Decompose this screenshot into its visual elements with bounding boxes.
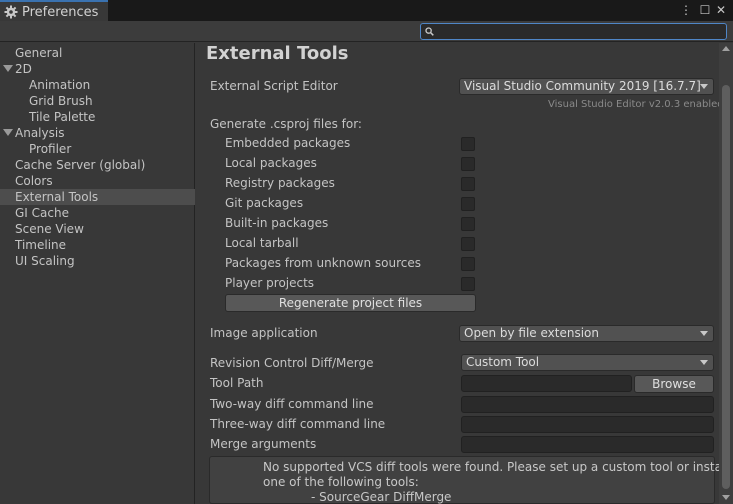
vertical-scrollbar[interactable] [719, 43, 733, 504]
help-text-line: one of the following tools: [263, 475, 419, 489]
player-projects-checkbox[interactable] [461, 277, 475, 291]
sidebar-item-general[interactable]: General [0, 45, 195, 61]
chevron-down-icon [700, 331, 708, 336]
sidebar-item-analysis[interactable]: Analysis [0, 125, 195, 141]
csproj-option-label: Git packages [225, 196, 304, 210]
expand-caret-icon[interactable] [3, 129, 13, 136]
expand-caret-icon[interactable] [3, 65, 13, 72]
sidebar-item-profiler[interactable]: Profiler [0, 141, 195, 157]
script-editor-dropdown[interactable]: Visual Studio Community 2019 [16.7.7] [459, 78, 714, 95]
sidebar-item-animation[interactable]: Animation [0, 77, 195, 93]
csproj-option-label: Local tarball [225, 236, 299, 250]
image-application-dropdown[interactable]: Open by file extension [459, 325, 714, 342]
sidebar-item-ui-scaling[interactable]: UI Scaling [0, 253, 195, 269]
chevron-down-icon [700, 84, 708, 89]
sidebar-item-label: Animation [29, 78, 91, 92]
registry-packages-checkbox[interactable] [461, 177, 475, 191]
builtin-packages-checkbox[interactable] [461, 217, 475, 231]
close-icon[interactable]: ✕ [714, 2, 728, 18]
help-text-line: - SourceGear DiffMerge [311, 490, 452, 504]
toolbar [0, 21, 733, 42]
csproj-heading: Generate .csproj files for: [210, 117, 362, 131]
merge-arguments-label: Merge arguments [210, 437, 317, 451]
csproj-option-label: Local packages [225, 156, 317, 170]
sidebar-item-label: Analysis [15, 126, 65, 140]
regenerate-project-files-button[interactable]: Regenerate project files [225, 294, 476, 312]
revision-control-label: Revision Control Diff/Merge [210, 356, 374, 370]
revision-control-value: Custom Tool [466, 355, 540, 369]
sidebar-item-label: Colors [15, 174, 53, 188]
tool-path-field[interactable] [461, 375, 632, 392]
page-title: External Tools [206, 43, 349, 64]
browse-button[interactable]: Browse [634, 375, 714, 393]
sidebar-item-colors[interactable]: Colors [0, 173, 195, 189]
csproj-option-label: Player projects [225, 276, 315, 290]
csproj-option-label: Registry packages [225, 176, 335, 190]
maximize-icon[interactable]: ☐ [698, 2, 712, 18]
sidebar-item-label: Scene View [15, 222, 84, 236]
sidebar-item-timeline[interactable]: Timeline [0, 237, 195, 253]
window-title: Preferences [22, 4, 99, 20]
three-way-diff-label: Three-way diff command line [210, 417, 386, 431]
search-box[interactable] [420, 23, 727, 40]
sidebar-item-2d[interactable]: 2D [0, 61, 195, 77]
sidebar-item-label: General [15, 46, 63, 60]
script-editor-status: Visual Studio Editor v2.0.3 enabled [548, 99, 724, 110]
sidebar-item-gi-cache[interactable]: GI Cache [0, 205, 195, 221]
local-tarball-checkbox[interactable] [461, 237, 475, 251]
sidebar-item-label: Cache Server (global) [15, 158, 146, 172]
sidebar-item-label: External Tools [15, 190, 99, 204]
git-packages-checkbox[interactable] [461, 197, 475, 211]
three-way-diff-field[interactable] [461, 416, 714, 433]
sidebar-item-tile-palette[interactable]: Tile Palette [0, 109, 195, 125]
more-options-icon[interactable]: ⋮ [680, 2, 692, 18]
sidebar-item-label: GI Cache [15, 206, 69, 220]
scrollbar-thumb[interactable] [722, 85, 730, 489]
gear-icon [4, 5, 18, 19]
help-text-line: No supported VCS diff tools were found. … [263, 460, 729, 474]
script-editor-label: External Script Editor [210, 79, 338, 93]
local-packages-checkbox[interactable] [461, 157, 475, 171]
two-way-diff-field[interactable] [461, 396, 714, 413]
merge-arguments-field[interactable] [461, 436, 714, 453]
sidebar-item-cache-server[interactable]: Cache Server (global) [0, 157, 195, 173]
csproj-option-label: Embedded packages [225, 136, 351, 150]
preferences-tab[interactable]: Preferences [0, 0, 108, 22]
image-application-value: Open by file extension [464, 326, 599, 340]
title-bar: Preferences ⋮ ☐ ✕ [0, 0, 733, 22]
sidebar-item-label: Profiler [29, 142, 72, 156]
csproj-option-label: Built-in packages [225, 216, 329, 230]
sidebar-item-scene-view[interactable]: Scene View [0, 221, 195, 237]
sidebar: General 2D Animation Grid Brush Tile Pal… [0, 43, 195, 504]
scroll-up-icon[interactable] [722, 46, 730, 51]
csproj-option-label: Packages from unknown sources [225, 256, 421, 270]
tool-path-label: Tool Path [210, 376, 264, 390]
unknown-sources-checkbox[interactable] [461, 257, 475, 271]
sidebar-item-grid-brush[interactable]: Grid Brush [0, 93, 195, 109]
image-application-label: Image application [210, 326, 318, 340]
scroll-down-icon[interactable] [722, 495, 730, 500]
sidebar-item-label: UI Scaling [15, 254, 75, 268]
search-icon [425, 27, 434, 36]
two-way-diff-label: Two-way diff command line [210, 397, 374, 411]
search-input[interactable] [437, 24, 723, 39]
sidebar-item-label: Tile Palette [29, 110, 96, 124]
sidebar-item-label: Grid Brush [29, 94, 93, 108]
vcs-help-box: No supported VCS diff tools were found. … [209, 456, 729, 504]
sidebar-item-label: Timeline [15, 238, 67, 252]
sidebar-item-label: 2D [15, 62, 32, 76]
chevron-down-icon [700, 360, 708, 365]
embedded-packages-checkbox[interactable] [461, 137, 475, 151]
revision-control-dropdown[interactable]: Custom Tool [461, 354, 714, 371]
sidebar-item-external-tools[interactable]: External Tools [0, 189, 195, 205]
main-panel: External Tools External Script Editor Vi… [196, 43, 733, 504]
script-editor-value: Visual Studio Community 2019 [16.7.7] [464, 79, 701, 93]
